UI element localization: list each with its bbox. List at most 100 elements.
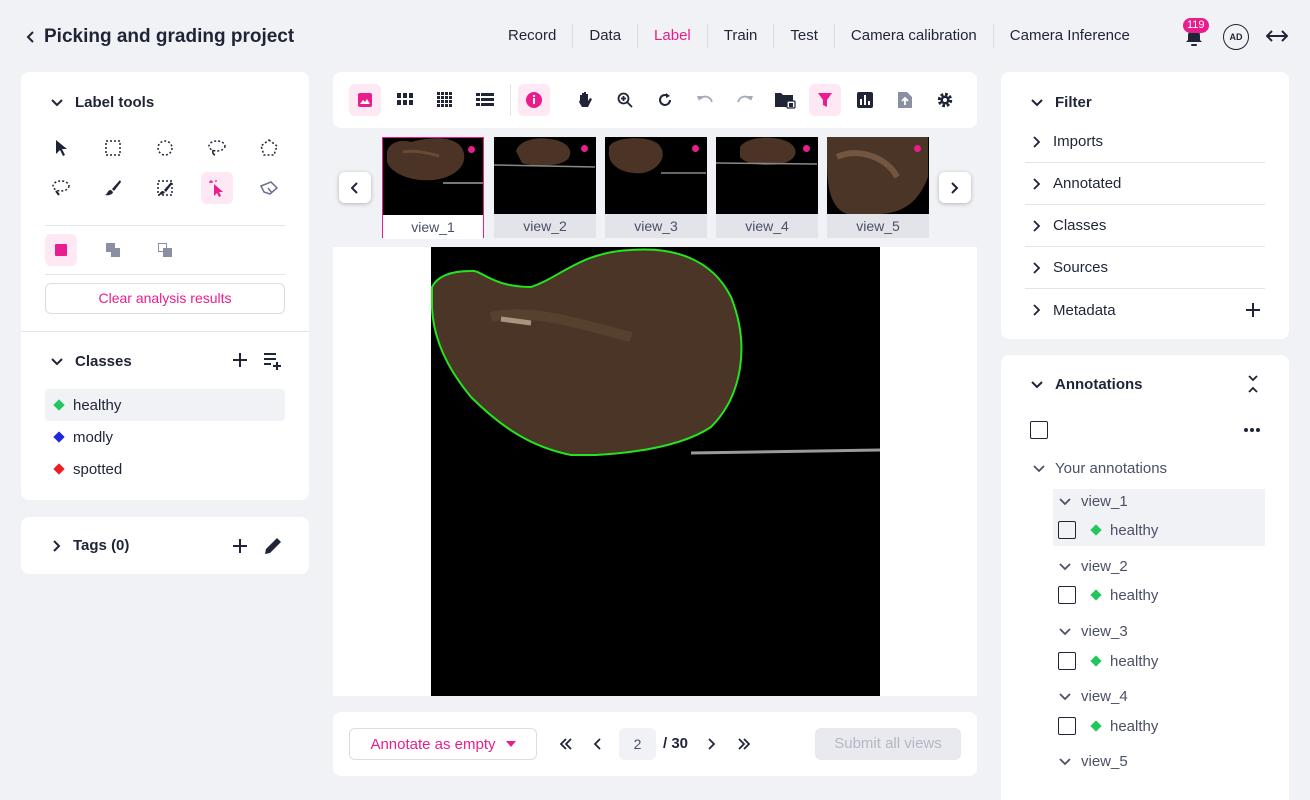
more-horizontal-icon — [1243, 427, 1261, 433]
thumbnail-view-4[interactable]: view_4 — [716, 137, 818, 238]
filter-header[interactable]: Filter — [1031, 94, 1092, 111]
view-group-view-5[interactable]: view_5 — [1059, 753, 1128, 770]
divider — [45, 274, 285, 275]
info-button[interactable] — [518, 84, 550, 116]
edit-tags-button[interactable] — [263, 536, 283, 556]
more-options-button[interactable] — [1243, 427, 1261, 433]
annotation-item[interactable]: healthy — [1058, 586, 1158, 604]
class-list-settings-button[interactable] — [263, 352, 283, 370]
thumbnail-label: view_5 — [827, 214, 929, 238]
filter-sources[interactable]: Sources — [1025, 247, 1265, 289]
mode-subtract-button[interactable] — [149, 234, 181, 266]
zoom-button[interactable] — [609, 84, 641, 116]
chevron-down-icon — [1059, 692, 1071, 701]
ellipse-tool[interactable] — [149, 132, 181, 164]
thumbnail-view-2[interactable]: view_2 — [494, 137, 596, 238]
select-all-checkbox[interactable] — [1030, 421, 1048, 439]
nav-train[interactable]: Train — [708, 24, 775, 48]
smart-polygon-tool[interactable] — [253, 172, 285, 204]
nav-data[interactable]: Data — [573, 24, 639, 48]
smart-select-tool[interactable] — [201, 172, 233, 204]
add-tag-button[interactable] — [232, 538, 248, 554]
polygon-tool[interactable] — [253, 132, 285, 164]
annotation-checkbox[interactable] — [1058, 586, 1076, 604]
annotation-item[interactable]: healthy — [1058, 521, 1158, 539]
clear-analysis-button[interactable]: Clear analysis results — [45, 283, 285, 314]
nav-record[interactable]: Record — [492, 24, 574, 48]
avatar[interactable]: AD — [1223, 24, 1249, 50]
class-item-spotted[interactable]: spotted — [45, 453, 285, 485]
chevron-right-icon — [951, 181, 959, 194]
view-name: view_4 — [1081, 688, 1128, 705]
class-item-healthy[interactable]: healthy — [45, 389, 285, 421]
undo-icon — [696, 94, 714, 106]
rectangle-tool[interactable] — [97, 132, 129, 164]
pan-button[interactable] — [569, 84, 601, 116]
annotation-checkbox[interactable] — [1058, 521, 1076, 539]
view-group-view-1[interactable]: view_1 — [1059, 493, 1128, 510]
annotation-canvas[interactable] — [333, 247, 977, 696]
annotations-header[interactable]: Annotations — [1031, 376, 1143, 393]
label-tools-header[interactable]: Label tools — [51, 94, 154, 111]
thumbnail-view-5[interactable]: view_5 — [827, 137, 929, 238]
eraser-tool[interactable] — [149, 172, 181, 204]
last-page-button[interactable] — [732, 732, 756, 756]
rotate-button[interactable] — [649, 84, 681, 116]
magic-lasso-tool[interactable] — [45, 172, 77, 204]
filter-imports[interactable]: Imports — [1025, 121, 1265, 163]
prev-page-button[interactable] — [586, 732, 610, 756]
class-item-modly[interactable]: modly — [45, 421, 285, 453]
mode-fill-button[interactable] — [45, 234, 77, 266]
grid-2-button[interactable] — [389, 84, 421, 116]
thumbnails-prev-button[interactable] — [339, 172, 371, 203]
annotation-item[interactable]: healthy — [1058, 717, 1158, 735]
grid-dense-button[interactable] — [429, 84, 461, 116]
annotation-checkbox[interactable] — [1058, 652, 1076, 670]
funnel-icon — [817, 92, 833, 108]
select-tool[interactable] — [45, 132, 77, 164]
tags-header[interactable]: Tags (0) — [53, 537, 129, 554]
thumbnails-next-button[interactable] — [939, 172, 971, 203]
settings-button[interactable] — [929, 84, 961, 116]
submit-all-views-button[interactable]: Submit all views — [815, 728, 961, 760]
collapse-all-button[interactable] — [1247, 375, 1259, 393]
filter-title: Filter — [1055, 94, 1092, 111]
undo-button[interactable] — [689, 84, 721, 116]
filter-button[interactable] — [809, 84, 841, 116]
stats-button[interactable] — [849, 84, 881, 116]
annotation-checkbox[interactable] — [1058, 717, 1076, 735]
redo-button[interactable] — [729, 84, 761, 116]
thumbnail-view-3[interactable]: view_3 — [605, 137, 707, 238]
filter-classes[interactable]: Classes — [1025, 205, 1265, 247]
filter-metadata[interactable]: Metadata — [1025, 289, 1265, 331]
folder-lock-button[interactable] — [769, 84, 801, 116]
add-metadata-filter-button[interactable] — [1245, 302, 1261, 318]
first-page-button[interactable] — [554, 732, 578, 756]
lasso-tool[interactable] — [201, 132, 233, 164]
mode-union-button[interactable] — [97, 234, 129, 266]
page-number-input[interactable] — [619, 728, 656, 760]
export-button[interactable] — [889, 84, 921, 116]
view-group-view-4[interactable]: view_4 — [1059, 688, 1128, 705]
nav-camera-calibration[interactable]: Camera calibration — [835, 24, 994, 48]
classes-header[interactable]: Classes — [51, 353, 132, 370]
next-page-button[interactable] — [700, 732, 724, 756]
single-view-button[interactable] — [349, 84, 381, 116]
nav-camera-inference[interactable]: Camera Inference — [994, 24, 1146, 48]
notifications-button[interactable]: 119 — [1183, 18, 1209, 48]
view-group-view-3[interactable]: view_3 — [1059, 623, 1128, 640]
annotate-empty-dropdown[interactable]: Annotate as empty — [349, 728, 537, 760]
expand-icon[interactable] — [1266, 26, 1288, 46]
annotation-item[interactable]: healthy — [1058, 652, 1158, 670]
nav-test[interactable]: Test — [774, 24, 835, 48]
your-annotations-group[interactable]: Your annotations — [1033, 460, 1167, 477]
notification-badge: 119 — [1183, 18, 1209, 33]
add-class-button[interactable] — [232, 352, 248, 368]
back-button[interactable]: Picking and grading project — [26, 26, 294, 48]
nav-label[interactable]: Label — [638, 24, 708, 48]
thumbnail-view-1[interactable]: view_1 — [382, 137, 484, 239]
list-view-button[interactable] — [469, 84, 501, 116]
brush-tool[interactable] — [97, 172, 129, 204]
view-group-view-2[interactable]: view_2 — [1059, 558, 1128, 575]
filter-annotated[interactable]: Annotated — [1025, 163, 1265, 205]
